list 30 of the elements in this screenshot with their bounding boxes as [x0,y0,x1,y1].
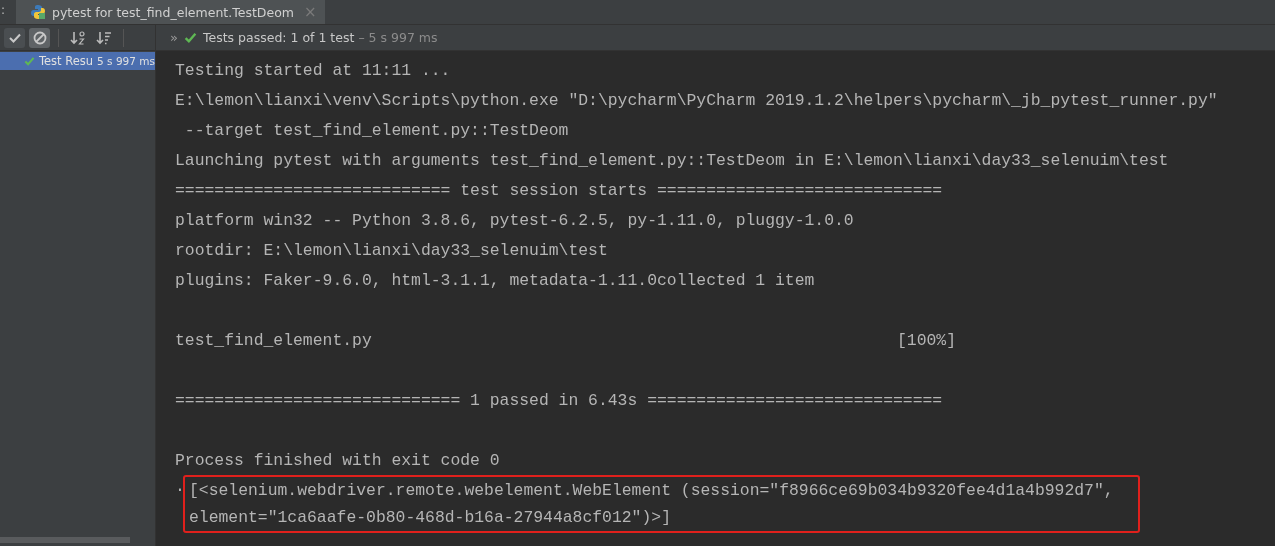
console-line: Testing started at 11:11 ... [175,60,452,82]
python-logo-icon [30,4,46,20]
test-status-text: Tests passed: 1 of 1 test [202,30,355,45]
run-tab[interactable]: pytest for test_find_element.TestDeom × [16,0,325,24]
more-icon[interactable]: » [170,30,178,45]
console-line: test_find_element.py [175,330,373,352]
show-ignored-button[interactable] [29,27,50,48]
console-line: ============================ test session starts ============================= [175,180,944,202]
duration-text: – 5 s 997 ms [358,30,438,45]
check-icon [183,31,197,44]
show-passed-button[interactable] [4,27,25,48]
console-line: ============================= 1 passed in 6.43s ============================== [175,390,944,412]
console-line: Process finished with exit code 0 [175,450,501,472]
progress-percent: [100%] [897,330,957,352]
scrollbar[interactable] [0,537,130,543]
sort-by-duration-icon[interactable] [96,29,112,46]
console-line: element="1ca6aafe-0b80-468d-b16a-27944a8cf012")>] [189,507,672,529]
test-results-item[interactable]: Test Resu 5 s 997 ms [0,52,155,70]
console-line: platform win32 -- Python 3.8.6, pytest-6.2.5, py-1.11.0, pluggy-1.0.0 [175,210,855,232]
console-line: --target test_find_element.py::TestDeom [183,120,570,142]
console-line: rootdir: E:\lemon\lianxi\day33_selenuim\test [175,240,609,262]
console-text: . [175,476,183,498]
console-line: E:\lemon\lianxi\venv\Scripts\python.exe "D:\pycharm\PyCharm 2019.1.2\helpers\pycharm\_jb_pytest_runner.py" [175,90,1219,112]
ignore-icon [32,30,47,45]
tab-bar-edge-text: : [0,2,7,19]
console-line: [<selenium.webdriver.remote.webelement.WebElement (session="f8966ce69b034b9320fee4d1a4b992d7", [189,480,1115,502]
check-icon [24,55,35,67]
sort-alphabetically-icon[interactable] [70,29,86,46]
console-line: plugins: Faker-9.6.0, html-3.1.1, metadata-1.11.0collected 1 item [175,270,816,292]
console-line: Launching pytest with arguments test_find_element.py::TestDeom in E:\lemon\lianxi\day33_selenuim\test [175,150,1170,172]
